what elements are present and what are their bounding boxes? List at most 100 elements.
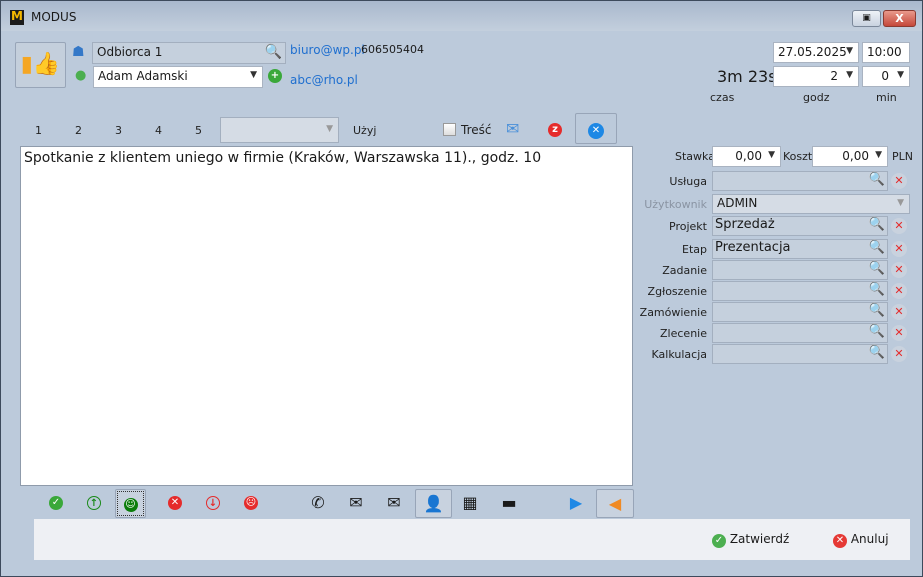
- chevron-down-icon: ▼: [768, 150, 775, 160]
- contact-email-link[interactable]: abc@rho.pl: [290, 73, 358, 87]
- play-right-icon[interactable]: ▶: [564, 491, 588, 515]
- use-template-button[interactable]: Użyj: [353, 124, 376, 137]
- email-icon[interactable]: ✉: [506, 119, 519, 138]
- recipient-email-link[interactable]: biuro@wp.pl: [290, 43, 365, 57]
- kalkulacja-field[interactable]: 🔍: [712, 344, 888, 364]
- chevron-down-icon: ▼: [846, 70, 853, 80]
- search-icon[interactable]: 🔍: [869, 172, 885, 187]
- phone-icon[interactable]: ✆: [306, 491, 330, 515]
- search-icon[interactable]: 🔍: [869, 261, 885, 276]
- projekt-clear-button[interactable]: ✕: [891, 218, 907, 234]
- zlecenie-field[interactable]: 🔍: [712, 323, 888, 343]
- usuga-field[interactable]: 🔍: [712, 171, 888, 191]
- search-icon[interactable]: 🔍: [265, 44, 282, 60]
- arrow-down-circle-icon[interactable]: ↓: [206, 496, 220, 510]
- etap-label: Etap: [682, 243, 707, 256]
- meeting-person-button[interactable]: 👤: [415, 489, 452, 518]
- template-tab-3[interactable]: 3: [115, 124, 122, 137]
- zlecenie-clear-button[interactable]: ✕: [891, 325, 907, 341]
- rate-field[interactable]: 0,00 ▼: [712, 146, 781, 167]
- zamowienie-label: Zamówienie: [639, 306, 707, 319]
- template-tab-5[interactable]: 5: [195, 124, 202, 137]
- projekt-label: Projekt: [669, 220, 707, 233]
- x-circle-icon[interactable]: ✕: [168, 496, 182, 510]
- envelope-icon[interactable]: ✉: [344, 491, 368, 515]
- minutes-select[interactable]: 0 ▼: [862, 66, 910, 87]
- window-title: MODUS: [31, 10, 77, 24]
- currency-label: PLN: [892, 150, 913, 163]
- zamowienie-clear-button[interactable]: ✕: [891, 304, 907, 320]
- template-tab-1[interactable]: 1: [35, 124, 42, 137]
- search-icon[interactable]: 🔍: [869, 303, 885, 318]
- clear-button[interactable]: ✕: [575, 113, 617, 144]
- search-icon[interactable]: 🔍: [869, 217, 885, 232]
- hours-select[interactable]: 2 ▼: [773, 66, 859, 87]
- desk-icon[interactable]: ▬: [497, 491, 521, 515]
- contact-select[interactable]: Adam Adamski ▼: [93, 66, 263, 88]
- note-textarea[interactable]: Spotkanie z klientem uniego w firmie (Kr…: [20, 146, 633, 486]
- search-icon[interactable]: 🔍: [869, 345, 885, 360]
- close-circle-icon: ✕: [588, 123, 604, 139]
- etap-field[interactable]: Prezentacja 🔍: [712, 239, 888, 259]
- usuga-clear-button[interactable]: ✕: [891, 173, 907, 189]
- template-tab-2[interactable]: 2: [75, 124, 82, 137]
- cost-field[interactable]: 0,00 ▼: [812, 146, 888, 167]
- building-icon[interactable]: ▦: [458, 491, 482, 515]
- z-icon[interactable]: z: [548, 123, 562, 137]
- duration-value: 3m 23s: [717, 67, 777, 86]
- add-contact-button[interactable]: +: [268, 69, 282, 83]
- title-bar: M MODUS ▣ X: [1, 1, 922, 31]
- letter-icon[interactable]: ✉: [382, 491, 406, 515]
- x-circle-icon: ✕: [833, 534, 847, 548]
- status-thumbs-up-button[interactable]: ▮👍: [15, 42, 66, 88]
- date-picker[interactable]: 27.05.2025 ▼: [773, 42, 859, 63]
- usuga-label: Usługa: [669, 175, 707, 188]
- person-icon: 👤: [423, 494, 444, 513]
- chevron-down-icon: ▼: [326, 124, 333, 134]
- back-button[interactable]: ◀: [596, 489, 634, 518]
- zamowienie-field[interactable]: 🔍: [712, 302, 888, 322]
- search-icon[interactable]: 🔍: [869, 324, 885, 339]
- template-select[interactable]: ▼: [220, 117, 339, 143]
- recipient-icon: ☗: [72, 44, 85, 60]
- zadanie-field[interactable]: 🔍: [712, 260, 888, 280]
- cancel-button[interactable]: ✕ Anuluj: [833, 532, 889, 548]
- etap-clear-button[interactable]: ✕: [891, 241, 907, 257]
- smiley-happy-icon: ☺: [123, 498, 138, 512]
- chevron-down-icon: ▼: [875, 150, 882, 160]
- check-icon[interactable]: ✓: [49, 496, 63, 510]
- chevron-down-icon: ▼: [846, 46, 853, 56]
- template-tab-4[interactable]: 4: [155, 124, 162, 137]
- recipient-field[interactable]: Odbiorca 1 🔍: [92, 42, 286, 64]
- time-field[interactable]: 10:00: [862, 42, 910, 63]
- content-checkbox-label: Treść: [461, 123, 492, 137]
- projekt-field[interactable]: Sprzedaż 🔍: [712, 216, 888, 236]
- search-icon[interactable]: 🔍: [869, 240, 885, 255]
- zgoszenie-field[interactable]: 🔍: [712, 281, 888, 301]
- restore-button[interactable]: ▣: [852, 10, 881, 27]
- uzytkownik-select: ADMIN ▼: [712, 194, 910, 214]
- content-checkbox[interactable]: [443, 123, 456, 136]
- smiley-happy-button[interactable]: ☺: [115, 489, 146, 518]
- cost-label: Koszt: [783, 150, 813, 163]
- play-left-icon: ◀: [608, 494, 622, 513]
- kalkulacja-clear-button[interactable]: ✕: [891, 346, 907, 362]
- app-logo: M: [10, 9, 24, 25]
- zadanie-clear-button[interactable]: ✕: [891, 262, 907, 278]
- thumbs-up-icon: ▮👍: [20, 52, 61, 77]
- close-button[interactable]: X: [883, 10, 916, 27]
- contact-person-icon: ●: [75, 68, 87, 83]
- search-icon[interactable]: 🔍: [869, 282, 885, 297]
- rate-label: Stawka: [675, 150, 715, 163]
- arrow-up-circle-icon[interactable]: ↑: [87, 496, 101, 510]
- zadanie-label: Zadanie: [662, 264, 707, 277]
- kalkulacja-label: Kalkulacja: [651, 348, 707, 361]
- confirm-button[interactable]: ✓ Zatwierdź: [712, 532, 789, 548]
- zgoszenie-clear-button[interactable]: ✕: [891, 283, 907, 299]
- smiley-sad-icon[interactable]: ☹: [244, 496, 258, 510]
- modus-window: M MODUS ▣ X ▮👍 ☗ Odbiorca 1 🔍 biuro@wp.pl…: [0, 0, 923, 577]
- duration-label: czas: [710, 91, 735, 104]
- chevron-down-icon: ▼: [897, 198, 904, 208]
- chevron-down-icon: ▼: [250, 70, 257, 80]
- chevron-down-icon: ▼: [897, 70, 904, 80]
